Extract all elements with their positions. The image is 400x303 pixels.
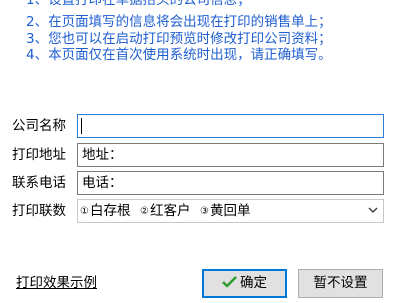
checkmark-icon — [222, 276, 237, 288]
company-name-field[interactable] — [77, 114, 384, 138]
phone-label: 联系电话 — [12, 175, 66, 191]
instruction-line-2: 2、在页面填写的信息将会出现在打印的销售单上； — [26, 14, 332, 30]
instruction-line-3: 3、您也可以在启动打印预览时修改打印公司资料； — [26, 31, 332, 47]
option-text-1: 白存根 — [89, 203, 131, 219]
text-caret — [81, 118, 82, 134]
copies-option-3: ③黄回单 — [200, 202, 250, 221]
copies-option-2: ②红客户 — [140, 202, 190, 221]
print-address-value: 地址： — [82, 147, 123, 163]
ok-button[interactable]: 确定 — [202, 269, 287, 298]
ok-button-label: 确定 — [240, 275, 267, 291]
option-number-1: ① — [80, 206, 89, 217]
option-number-3: ③ — [200, 206, 209, 217]
print-address-label: 打印地址 — [12, 147, 66, 163]
phone-value: 电话： — [82, 175, 123, 191]
option-number-2: ② — [140, 206, 149, 217]
instruction-line-4: 4、本页面仅在首次使用系统时出现，请正确填写。 — [26, 47, 332, 63]
copies-label: 打印联数 — [12, 203, 66, 219]
option-text-3: 黄回单 — [209, 203, 251, 219]
company-name-label: 公司名称 — [12, 118, 66, 134]
instruction-line-1: 1、设置打印在单据抬头的公司信息； — [26, 0, 251, 8]
option-text-2: 红客户 — [149, 203, 191, 219]
skip-button-label: 暂不设置 — [313, 275, 368, 291]
skip-setup-button[interactable]: 暂不设置 — [298, 269, 383, 298]
instructions-panel: 1、设置打印在单据抬头的公司信息； 2、在页面填写的信息将会出现在打印的销售单上… — [0, 0, 400, 70]
copies-select[interactable]: ①白存根 ②红客户 ③黄回单 — [77, 199, 384, 223]
phone-field[interactable]: 电话： — [77, 171, 384, 195]
chevron-down-icon[interactable] — [368, 207, 378, 214]
print-address-field[interactable]: 地址： — [77, 143, 384, 167]
copies-option-1: ①白存根 — [80, 202, 130, 221]
print-preview-example-link[interactable]: 打印效果示例 — [16, 274, 97, 292]
